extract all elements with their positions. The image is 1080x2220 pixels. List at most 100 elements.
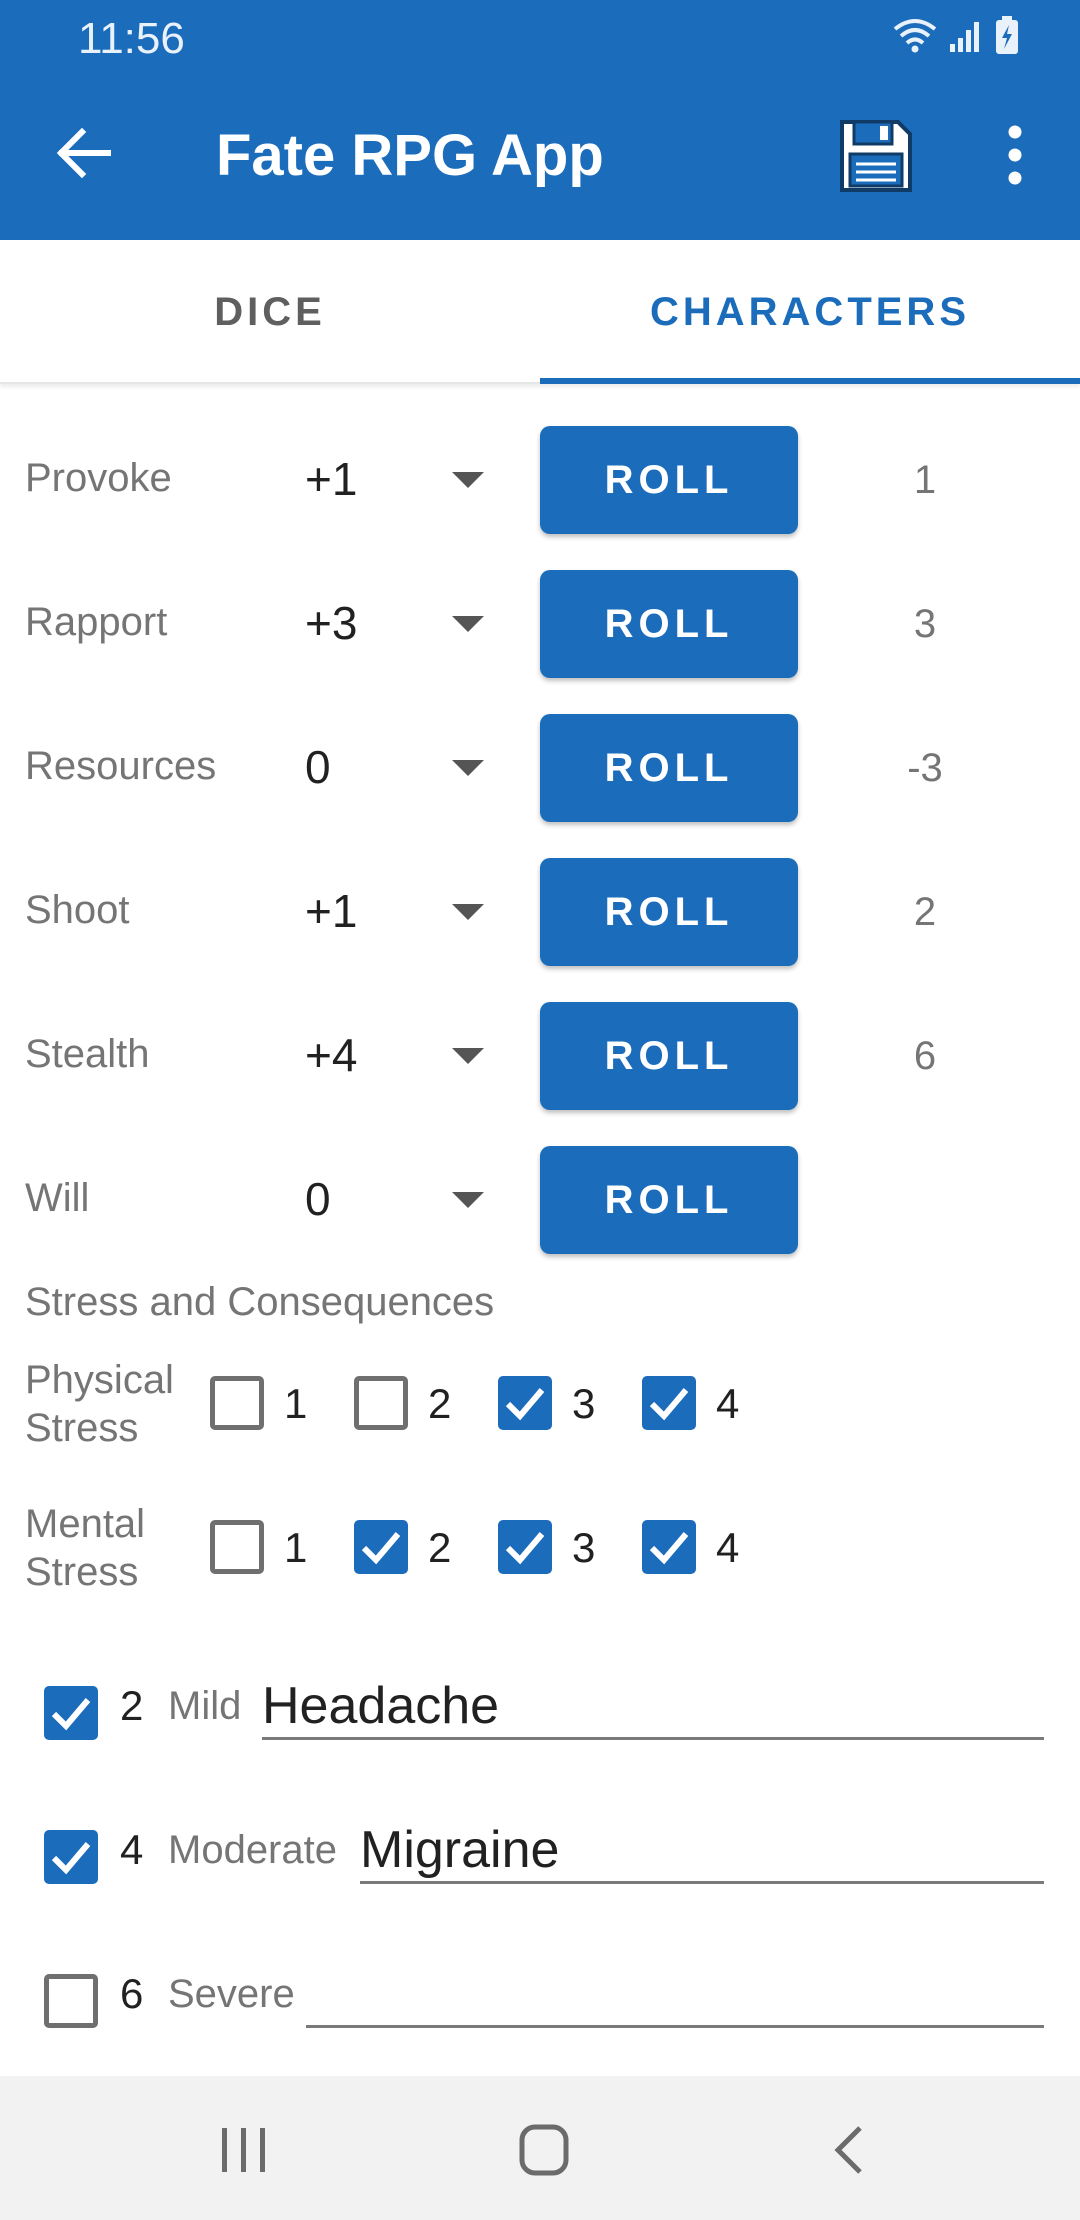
consequence-shift: 4 [120, 1826, 144, 1873]
battery-icon [996, 16, 1018, 54]
stress-checkbox[interactable] [642, 1376, 696, 1430]
skill-row-rapport: Rapport +3 ROLL 3 [0, 570, 1080, 680]
tab-characters[interactable]: CHARACTERS [540, 240, 1080, 384]
consequence-input[interactable] [306, 1950, 1044, 2028]
status-time: 11:56 [78, 14, 185, 63]
skill-row-will: Will 0 ROLL [0, 1146, 1080, 1256]
skill-value-select[interactable]: 0 [305, 1172, 331, 1226]
stress-box-number: 2 [428, 1380, 452, 1427]
stress-box-number: 1 [284, 1380, 308, 1427]
back-arrow-icon[interactable] [48, 118, 118, 188]
check-icon [505, 1532, 545, 1565]
consequence-label: Mild [168, 1684, 242, 1728]
section-title: Stress and Consequences [25, 1280, 495, 1324]
tab-indicator [540, 378, 1080, 384]
check-icon [649, 1532, 689, 1565]
dropdown-arrow-icon[interactable] [450, 758, 486, 778]
roll-result: 3 [913, 602, 937, 646]
stress-box-number: 3 [572, 1380, 596, 1427]
app-bar: 11:56 Fate RPG App [0, 0, 1080, 240]
tab-bar: DICE CHARACTERS [0, 240, 1080, 384]
skill-row-provoke: Provoke +1 ROLL 1 [0, 426, 1080, 536]
consequence-row-severe: 6 Severe [0, 1950, 1080, 2050]
skill-value-select[interactable]: +3 [305, 596, 357, 650]
stress-label-line2: Stress [25, 1406, 139, 1450]
stress-checkbox[interactable] [642, 1520, 696, 1574]
skill-name: Will [25, 1176, 90, 1220]
stress-checkbox[interactable] [498, 1520, 552, 1574]
consequence-row-mild: 2 Mild Headache [0, 1662, 1080, 1762]
mental-stress-label: Mental Stress [25, 1500, 145, 1596]
nav-back-icon[interactable] [820, 2122, 880, 2178]
roll-result: 6 [913, 1034, 937, 1078]
dropdown-arrow-icon[interactable] [450, 1190, 486, 1210]
stress-label-line1: Physical [25, 1358, 174, 1402]
roll-button[interactable]: ROLL [540, 1002, 798, 1110]
skill-value-select[interactable]: +4 [305, 1028, 357, 1082]
physical-stress-label: Physical Stress [25, 1356, 174, 1452]
consequence-checkbox[interactable] [44, 1974, 98, 2028]
system-nav-bar [0, 2076, 1080, 2220]
roll-button[interactable]: ROLL [540, 426, 798, 534]
stress-box-number: 4 [716, 1380, 740, 1427]
dropdown-arrow-icon[interactable] [450, 614, 486, 634]
stress-checkbox[interactable] [498, 1376, 552, 1430]
consequence-label: Severe [168, 1972, 295, 2016]
wifi-icon [893, 19, 937, 53]
roll-result: -3 [907, 746, 943, 790]
stress-box-number: 1 [284, 1524, 308, 1571]
skill-row-resources: Resources 0 ROLL -3 [0, 714, 1080, 824]
check-icon [361, 1532, 401, 1565]
stress-checkbox[interactable] [210, 1376, 264, 1430]
dropdown-arrow-icon[interactable] [450, 1046, 486, 1066]
skill-value-select[interactable]: 0 [305, 740, 331, 794]
skill-name: Provoke [25, 456, 172, 500]
physical-stress-row: Physical Stress 1 2 3 4 [0, 1356, 1080, 1466]
home-icon[interactable] [514, 2122, 574, 2178]
roll-result: 2 [913, 890, 937, 934]
dropdown-arrow-icon[interactable] [450, 902, 486, 922]
check-icon [505, 1388, 545, 1421]
consequence-row-moderate: 4 Moderate Migraine [0, 1806, 1080, 1906]
stress-label-line2: Stress [25, 1550, 139, 1594]
consequence-input[interactable]: Headache [262, 1662, 1044, 1740]
stress-checkbox[interactable] [210, 1520, 264, 1574]
roll-button[interactable]: ROLL [540, 1146, 798, 1254]
consequence-checkbox[interactable] [44, 1830, 98, 1884]
skill-row-stealth: Stealth +4 ROLL 6 [0, 1002, 1080, 1112]
skill-name: Shoot [25, 888, 130, 932]
stress-checkbox[interactable] [354, 1520, 408, 1574]
check-icon [51, 1698, 91, 1731]
recent-apps-icon[interactable] [214, 2122, 274, 2178]
check-icon [649, 1388, 689, 1421]
signal-icon [950, 22, 979, 52]
roll-result: 1 [913, 458, 937, 502]
app-title: Fate RPG App [216, 123, 604, 188]
consequence-checkbox[interactable] [44, 1686, 98, 1740]
roll-button[interactable]: ROLL [540, 570, 798, 678]
roll-button[interactable]: ROLL [540, 858, 798, 966]
roll-button[interactable]: ROLL [540, 714, 798, 822]
stress-box-number: 2 [428, 1524, 452, 1571]
skill-value-select[interactable]: +1 [305, 884, 357, 938]
consequence-shift: 6 [120, 1970, 144, 2017]
stress-box-number: 3 [572, 1524, 596, 1571]
skill-name: Rapport [25, 600, 168, 644]
tab-dice[interactable]: DICE [0, 240, 540, 384]
skill-name: Resources [25, 744, 217, 788]
skill-name: Stealth [25, 1032, 150, 1076]
mental-stress-row: Mental Stress 1 2 3 4 [0, 1500, 1080, 1610]
consequence-shift: 2 [120, 1682, 144, 1729]
dropdown-arrow-icon[interactable] [450, 470, 486, 490]
save-icon[interactable] [836, 116, 916, 196]
consequence-label: Moderate [168, 1828, 337, 1872]
more-vert-icon[interactable] [990, 120, 1040, 190]
skill-row-shoot: Shoot +1 ROLL 2 [0, 858, 1080, 968]
check-icon [51, 1842, 91, 1875]
status-icons [892, 16, 1020, 56]
stress-checkbox[interactable] [354, 1376, 408, 1430]
stress-box-number: 4 [716, 1524, 740, 1571]
consequence-input[interactable]: Migraine [360, 1806, 1044, 1884]
skill-value-select[interactable]: +1 [305, 452, 357, 506]
stress-label-line1: Mental [25, 1502, 146, 1546]
